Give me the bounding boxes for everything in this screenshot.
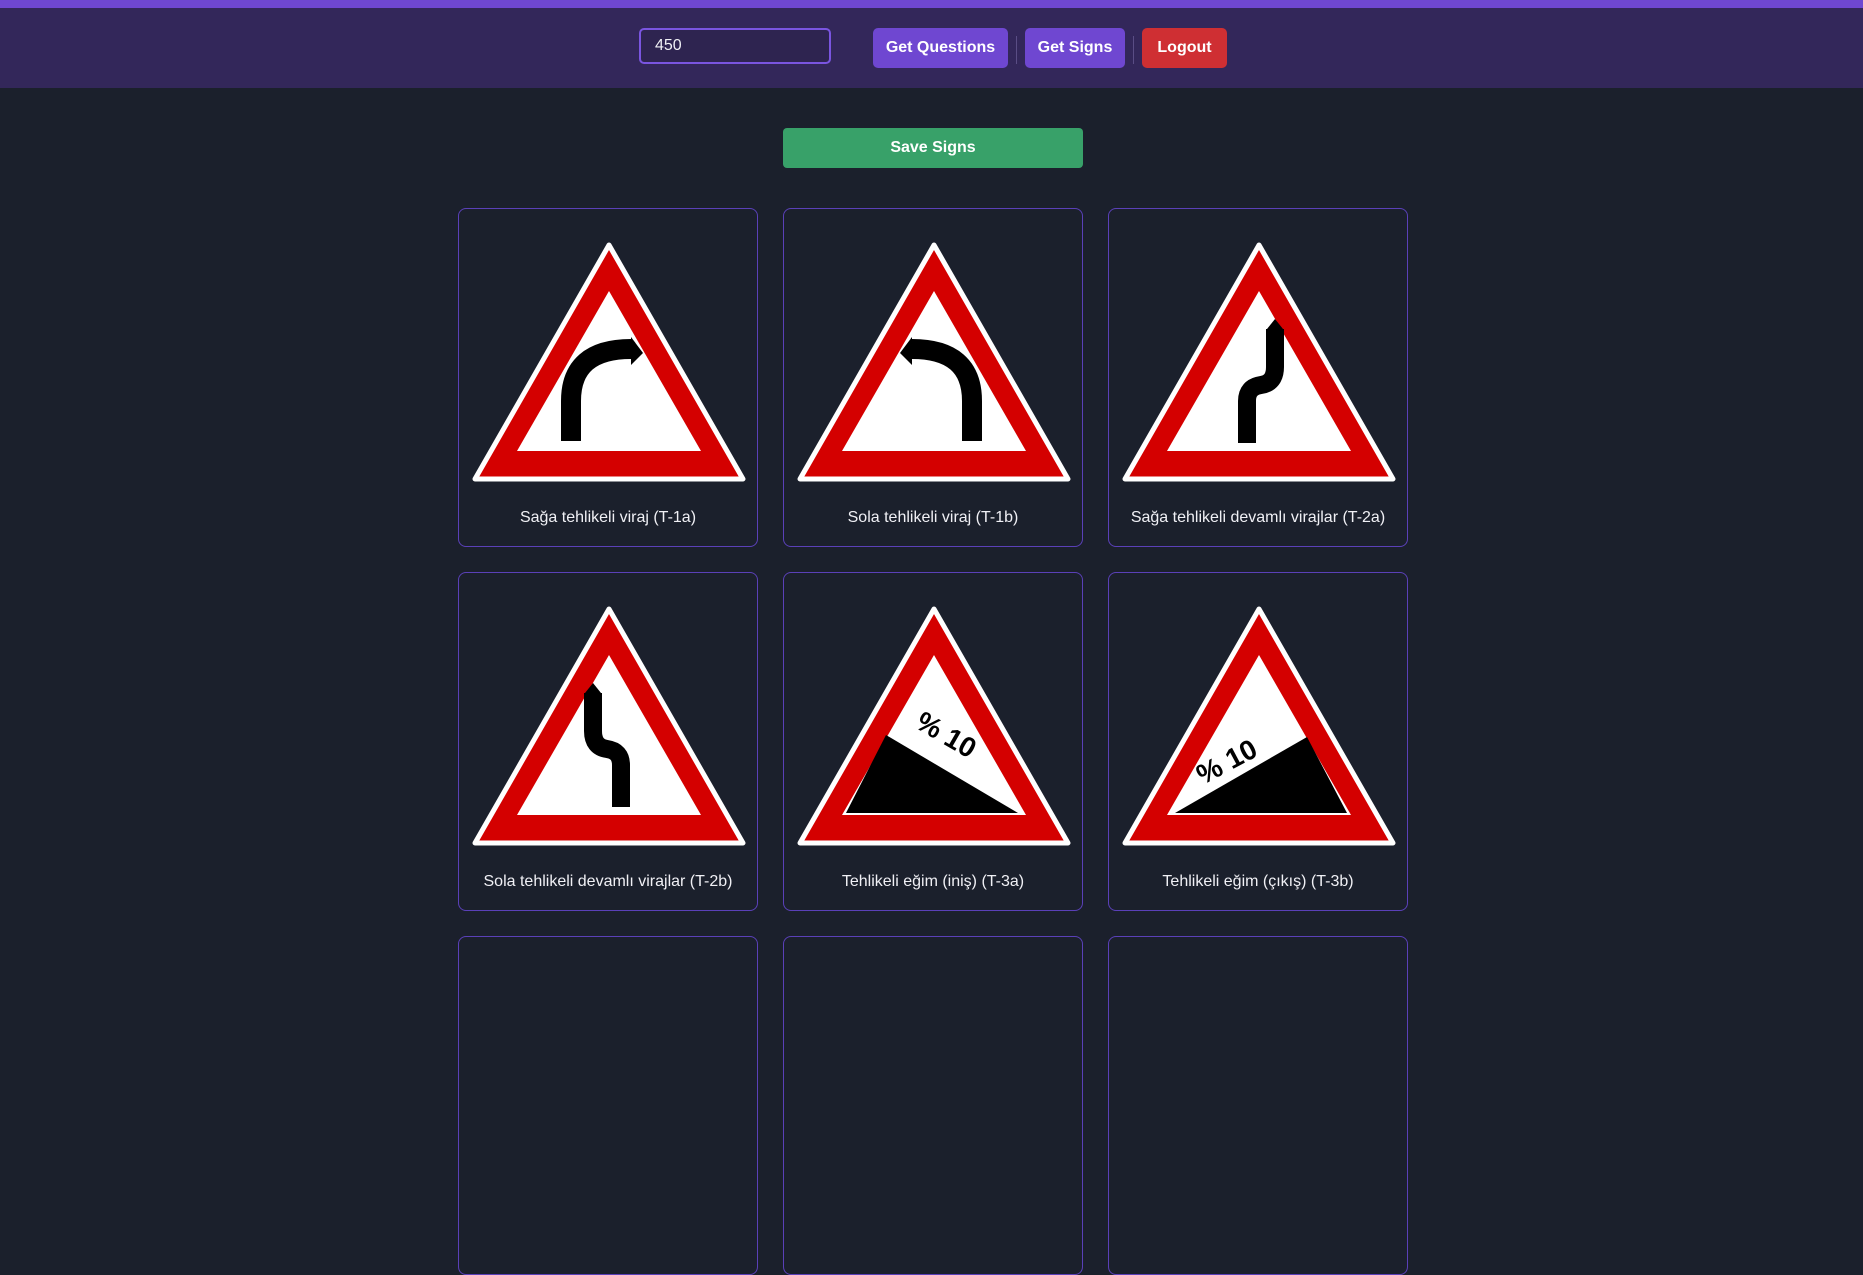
sign-label: Sola tehlikeli devamlı virajlar (T-2b) — [483, 873, 733, 890]
double-curve-right-icon — [1122, 242, 1396, 482]
curve-left-icon — [797, 242, 1071, 482]
sign-card[interactable]: Sola tehlikeli devamlı virajlar (T-2b) — [458, 572, 758, 911]
sign-card[interactable] — [783, 936, 1083, 1275]
save-signs-button[interactable]: Save Signs — [783, 128, 1083, 168]
curve-right-icon — [472, 242, 746, 482]
steep-descent-icon: % 10 — [797, 606, 1071, 846]
logout-button[interactable]: Logout — [1142, 28, 1227, 68]
top-toolbar: Get Questions Get Signs Logout — [0, 8, 1863, 88]
sign-card[interactable]: % 10 Tehlikeli eğim (iniş) (T-3a) — [783, 572, 1083, 911]
sign-card[interactable] — [458, 936, 758, 1275]
toolbar-divider — [1133, 36, 1134, 64]
steep-ascent-icon: % 10 — [1122, 606, 1396, 846]
sign-card[interactable]: Sola tehlikeli viraj (T-1b) — [783, 208, 1083, 547]
double-curve-left-icon — [472, 606, 746, 846]
top-accent-stripe — [0, 0, 1863, 8]
get-signs-button[interactable]: Get Signs — [1025, 28, 1125, 68]
sign-card[interactable]: Sağa tehlikeli viraj (T-1a) — [458, 208, 758, 547]
sign-label: Tehlikeli eğim (iniş) (T-3a) — [841, 873, 1025, 890]
sign-card[interactable]: % 10 Tehlikeli eğim (çıkış) (T-3b) — [1108, 572, 1408, 911]
sign-label: Sola tehlikeli viraj (T-1b) — [847, 509, 1019, 526]
sign-card[interactable] — [1108, 936, 1408, 1275]
toolbar-divider — [1016, 36, 1017, 64]
sign-card[interactable]: Sağa tehlikeli devamlı virajlar (T-2a) — [1108, 208, 1408, 547]
sign-label: Tehlikeli eğim (çıkış) (T-3b) — [1162, 873, 1354, 890]
get-questions-button[interactable]: Get Questions — [873, 28, 1008, 68]
sign-label: Sağa tehlikeli viraj (T-1a) — [519, 509, 697, 526]
sign-label: Sağa tehlikeli devamlı virajlar (T-2a) — [1130, 509, 1386, 526]
search-input[interactable] — [639, 28, 831, 64]
